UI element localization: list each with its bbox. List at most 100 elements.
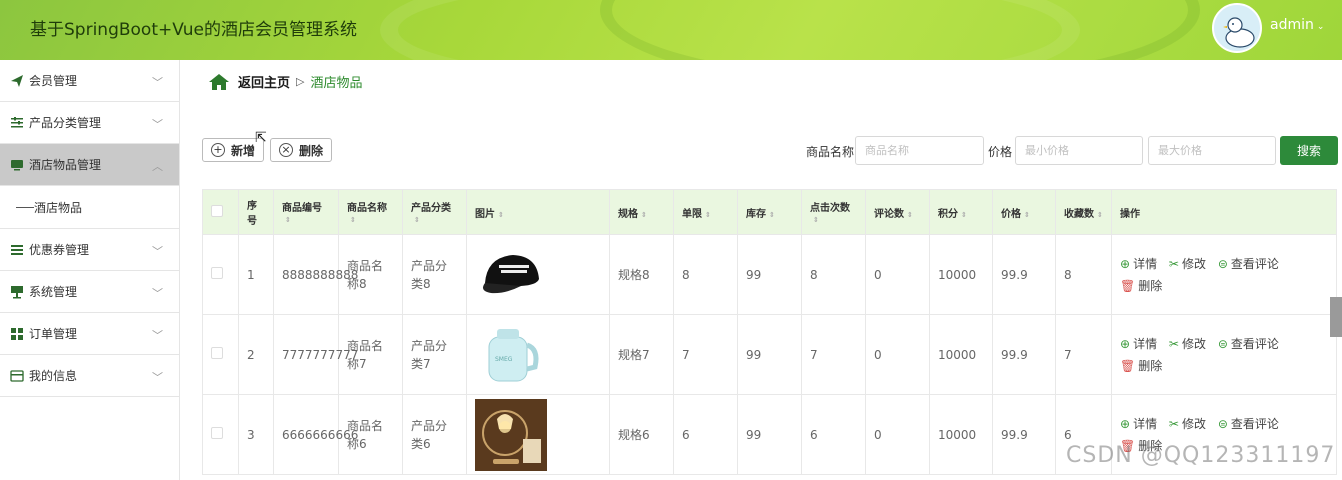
row-checkbox[interactable] xyxy=(211,346,223,359)
display-icon xyxy=(11,285,23,298)
sidebar-item-label: 酒店物品管理 xyxy=(29,158,102,172)
column-header[interactable]: 规格 ⇕ xyxy=(609,189,674,235)
detail-button[interactable]: ⊕ 详情 xyxy=(1120,413,1157,435)
cell-limit: 8 xyxy=(673,234,738,315)
name-filter-label: 商品名称 xyxy=(806,145,855,159)
trash-icon: 🗑 xyxy=(1120,358,1136,373)
send-icon xyxy=(11,74,23,87)
cell-actions: ⊕ 详情 ✂ 修改 ⊜ 查看评论 🗑 删除 xyxy=(1111,234,1337,315)
row-delete-button[interactable]: 🗑 删除 xyxy=(1120,355,1162,377)
tree-line xyxy=(16,206,34,208)
breadcrumb-current: 酒店物品 xyxy=(310,76,363,91)
cell-clicks: 8 xyxy=(801,234,866,315)
cell-points: 10000 xyxy=(929,394,993,475)
sidebar-item-system[interactable]: 系统管理 ﹀ xyxy=(0,271,179,313)
cell-code: 6666666666 xyxy=(273,394,358,475)
table-row: 2 7777777777 商品名称7 产品分类7 SMEG 规格7 7 99 7 xyxy=(202,314,1337,395)
sidebar-item-members[interactable]: 会员管理 ﹀ xyxy=(0,60,179,102)
sliders-icon xyxy=(11,116,23,127)
cell-points: 10000 xyxy=(929,314,993,395)
sort-icon: ⇕ xyxy=(769,210,775,219)
sidebar-item-label: 会员管理 xyxy=(29,74,78,88)
username: admin xyxy=(1270,17,1314,33)
max-price-input[interactable] xyxy=(1148,136,1276,165)
cell-spec: 规格6 xyxy=(609,394,674,475)
column-header[interactable]: 评论数 ⇕ xyxy=(865,189,930,235)
column-header[interactable]: 单限 ⇕ xyxy=(673,189,738,235)
zoom-icon: ⊕ xyxy=(1120,256,1131,271)
cell-comments: 0 xyxy=(865,234,930,315)
column-header[interactable]: 积分 ⇕ xyxy=(929,189,993,235)
edit-button[interactable]: ✂ 修改 xyxy=(1169,333,1206,355)
wrench-icon: ✂ xyxy=(1168,256,1179,271)
column-header[interactable]: 收藏数 ⇕ xyxy=(1055,189,1112,235)
list-icon xyxy=(11,244,23,255)
home-icon[interactable] xyxy=(208,73,230,91)
sidebar-subitem-label: 酒店物品 xyxy=(34,200,83,215)
column-header[interactable]: 商品名称⇕ xyxy=(338,189,403,235)
sidebar-item-hotel-goods[interactable]: 酒店物品管理 ︿ xyxy=(0,144,179,186)
edit-button[interactable]: ✂ 修改 xyxy=(1169,413,1206,435)
black-cap-image[interactable] xyxy=(475,238,547,311)
cell-image xyxy=(466,394,610,475)
row-checkbox[interactable] xyxy=(211,426,223,439)
sidebar-item-label: 系统管理 xyxy=(29,285,78,299)
view-comments-button[interactable]: ⊜ 查看评论 xyxy=(1218,333,1279,355)
edit-button[interactable]: ✂ 修改 xyxy=(1169,253,1206,275)
cell-index: 2 xyxy=(238,314,274,395)
comment-icon: ⊜ xyxy=(1217,336,1228,351)
cell-spec: 规格7 xyxy=(609,314,674,395)
sidebar-item-orders[interactable]: 订单管理 ﹀ xyxy=(0,313,179,355)
cell-name: 商品名称6 xyxy=(338,394,403,475)
plus-circle-icon: + xyxy=(211,143,225,157)
sidebar-item-categories[interactable]: 产品分类管理 ﹀ xyxy=(0,102,179,144)
min-price-input[interactable] xyxy=(1015,136,1143,165)
column-header[interactable]: 库存 ⇕ xyxy=(737,189,802,235)
sidebar-item-my-info[interactable]: 我的信息 ﹀ xyxy=(0,355,179,397)
column-header[interactable]: 图片 ⇕ xyxy=(466,189,610,235)
view-comments-button[interactable]: ⊜ 查看评论 xyxy=(1218,413,1279,435)
chevron-down-icon: ﹀ xyxy=(152,118,163,131)
row-checkbox[interactable] xyxy=(211,266,223,279)
detail-button[interactable]: ⊕ 详情 xyxy=(1120,333,1157,355)
cell-favorites: 7 xyxy=(1055,314,1112,395)
row-delete-button[interactable]: 🗑 删除 xyxy=(1120,275,1162,297)
sidebar-item-coupons[interactable]: 优惠券管理 ﹀ xyxy=(0,229,179,271)
detail-button[interactable]: ⊕ 详情 xyxy=(1120,253,1157,275)
cell-comments: 0 xyxy=(865,394,930,475)
cell-code: 8888888888 xyxy=(273,234,358,315)
column-header[interactable]: 商品编号⇕ xyxy=(273,189,339,235)
sidebar-subitem-hotel-goods[interactable]: 酒店物品 xyxy=(0,186,179,229)
view-comments-button[interactable]: ⊜ 查看评论 xyxy=(1218,253,1279,275)
cell-stock: 99 xyxy=(737,234,802,315)
select-all-checkbox[interactable] xyxy=(211,204,223,217)
delete-button[interactable]: × 删除 xyxy=(270,138,333,162)
cell-clicks: 7 xyxy=(801,314,866,395)
column-header[interactable]: 产品分类⇕ xyxy=(402,189,467,235)
cell-actions: ⊕ 详情 ✂ 修改 ⊜ 查看评论 🗑 删除 xyxy=(1111,314,1337,395)
comment-icon: ⊜ xyxy=(1217,256,1228,271)
card-icon xyxy=(10,369,24,382)
cell-price: 99.9 xyxy=(992,314,1056,395)
select-all-cell[interactable] xyxy=(202,189,239,235)
cell-price: 99.9 xyxy=(992,394,1056,475)
sidebar-item-label: 产品分类管理 xyxy=(29,116,102,130)
cell-stock: 99 xyxy=(737,314,802,395)
breadcrumb-home-link[interactable]: 返回主页 xyxy=(238,72,290,91)
column-header[interactable]: 价格 ⇕ xyxy=(992,189,1056,235)
cell-name: 商品名称7 xyxy=(338,314,403,395)
table-lamp-image[interactable] xyxy=(475,398,547,471)
zoom-icon: ⊕ xyxy=(1120,336,1131,351)
top-header: 基于SpringBoot+Vue的酒店会员管理系统 admin ⌄ xyxy=(0,0,1342,60)
cell-code: 7777777777 xyxy=(273,314,358,395)
vertical-scrollbar[interactable] xyxy=(1330,297,1342,337)
column-header[interactable]: 点击次数⇕ xyxy=(801,189,866,235)
user-menu[interactable]: admin ⌄ xyxy=(1270,17,1324,33)
wrench-icon: ✂ xyxy=(1168,416,1179,431)
electric-kettle-image[interactable]: SMEG xyxy=(475,318,547,391)
name-search-input[interactable] xyxy=(855,136,984,165)
cell-limit: 7 xyxy=(673,314,738,395)
search-button[interactable]: 搜索 xyxy=(1280,136,1338,165)
avatar[interactable] xyxy=(1212,3,1262,53)
sort-icon: ⇕ xyxy=(961,210,967,219)
